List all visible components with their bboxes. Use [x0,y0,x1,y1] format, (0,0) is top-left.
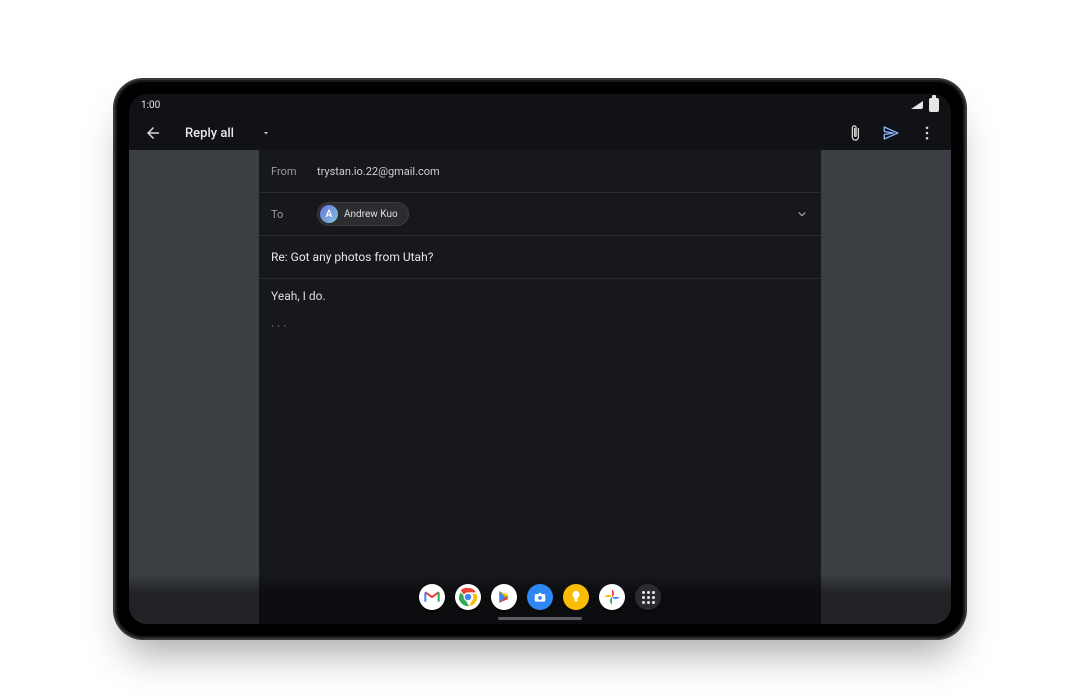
to-label: To [271,208,317,221]
apps-grid-icon [642,591,655,604]
gesture-bar[interactable] [498,617,582,620]
app-bar-title: Reply all [185,126,234,141]
app-bar: Reply all [129,116,951,150]
recipient-name: Andrew Kuo [344,209,398,220]
chrome-icon [458,587,478,607]
from-label: From [271,165,317,178]
body-text: Yeah, I do. [271,289,809,303]
paperclip-icon [846,124,864,142]
gmail-app-icon[interactable] [419,584,445,610]
gmail-icon [424,591,440,603]
camera-icon [533,590,547,604]
chrome-app-icon[interactable] [455,584,481,610]
tablet-frame: 1:00 Reply all [115,80,965,638]
content-area: From trystan.io.22@gmail.com To A Andrew… [129,150,951,624]
keep-app-icon[interactable] [563,584,589,610]
play-store-app-icon[interactable] [491,584,517,610]
photos-app-icon[interactable] [599,584,625,610]
from-value: trystan.io.22@gmail.com [317,165,440,178]
reply-mode-dropdown[interactable] [252,119,280,147]
recipient-chip[interactable]: A Andrew Kuo [317,202,409,226]
subject-field[interactable]: Re: Got any photos from Utah? [259,236,821,279]
play-icon [497,590,511,604]
screen: 1:00 Reply all [129,94,951,624]
lightbulb-icon [570,590,582,604]
show-quoted-text-button[interactable]: ··· [271,319,809,333]
caret-down-icon [261,128,271,138]
to-row[interactable]: To A Andrew Kuo [259,193,821,236]
status-bar: 1:00 [129,94,951,116]
send-icon [882,124,900,142]
right-gutter [821,150,951,624]
camera-app-icon[interactable] [527,584,553,610]
subject-value: Re: Got any photos from Utah? [271,250,433,264]
status-time: 1:00 [141,100,160,111]
all-apps-button[interactable] [635,584,661,610]
arrow-left-icon [144,124,162,142]
recipient-avatar: A [320,205,338,223]
send-button[interactable] [877,119,905,147]
compose-body[interactable]: Yeah, I do. ··· [259,279,821,624]
back-button[interactable] [139,119,167,147]
chevron-down-icon [795,207,809,221]
compose-panel: From trystan.io.22@gmail.com To A Andrew… [259,150,821,624]
attach-button[interactable] [841,119,869,147]
wifi-icon [911,101,923,109]
left-gutter [129,150,259,624]
battery-icon [929,98,939,112]
overflow-menu-button[interactable] [913,119,941,147]
from-row[interactable]: From trystan.io.22@gmail.com [259,150,821,193]
expand-recipients-button[interactable] [795,207,809,221]
more-vert-icon [918,124,936,142]
pinwheel-icon [603,588,621,606]
